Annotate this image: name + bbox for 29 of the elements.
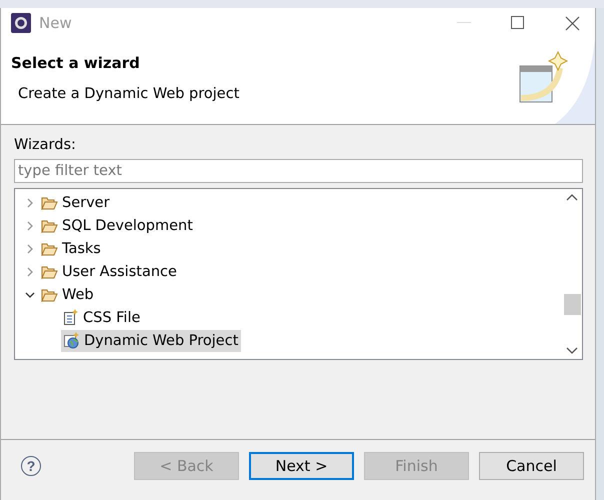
folder-icon xyxy=(41,242,58,256)
expand-caret-icon[interactable] xyxy=(25,220,35,230)
expand-caret-icon[interactable] xyxy=(25,198,35,208)
tree-item[interactable]: User Assistance xyxy=(39,260,180,282)
dialog-button[interactable]: Next > xyxy=(249,452,354,480)
tree-item[interactable]: Tasks xyxy=(39,238,104,260)
dialog-button[interactable]: Cancel xyxy=(479,452,584,480)
folder-icon xyxy=(41,264,58,278)
folder-icon xyxy=(41,196,58,210)
tree-item[interactable]: Web xyxy=(39,284,97,306)
expand-caret-icon[interactable] xyxy=(25,244,35,254)
tree-item[interactable]: Dynamic Web Project xyxy=(61,330,242,352)
help-button[interactable]: ? xyxy=(21,456,41,476)
window-title: New xyxy=(39,14,73,32)
scrollbar-thumb[interactable] xyxy=(564,294,580,315)
folder-icon xyxy=(41,288,58,302)
page-title: Select a wizard xyxy=(11,54,141,72)
tree-item[interactable]: Server xyxy=(39,192,113,214)
file-icon xyxy=(63,309,79,326)
expand-caret-icon[interactable] xyxy=(25,266,35,276)
filter-field[interactable]: type filter text xyxy=(14,159,583,183)
page-description: Create a Dynamic Web project xyxy=(17,86,240,102)
folder-icon xyxy=(41,218,58,232)
tree-item[interactable]: SQL Development xyxy=(39,214,196,236)
wizards-label: Wizards: xyxy=(14,137,77,153)
tree-item[interactable]: CSS File xyxy=(61,306,144,328)
app-icon xyxy=(11,13,31,33)
collapse-caret-icon[interactable] xyxy=(25,290,35,300)
globe-project-icon xyxy=(63,332,80,349)
